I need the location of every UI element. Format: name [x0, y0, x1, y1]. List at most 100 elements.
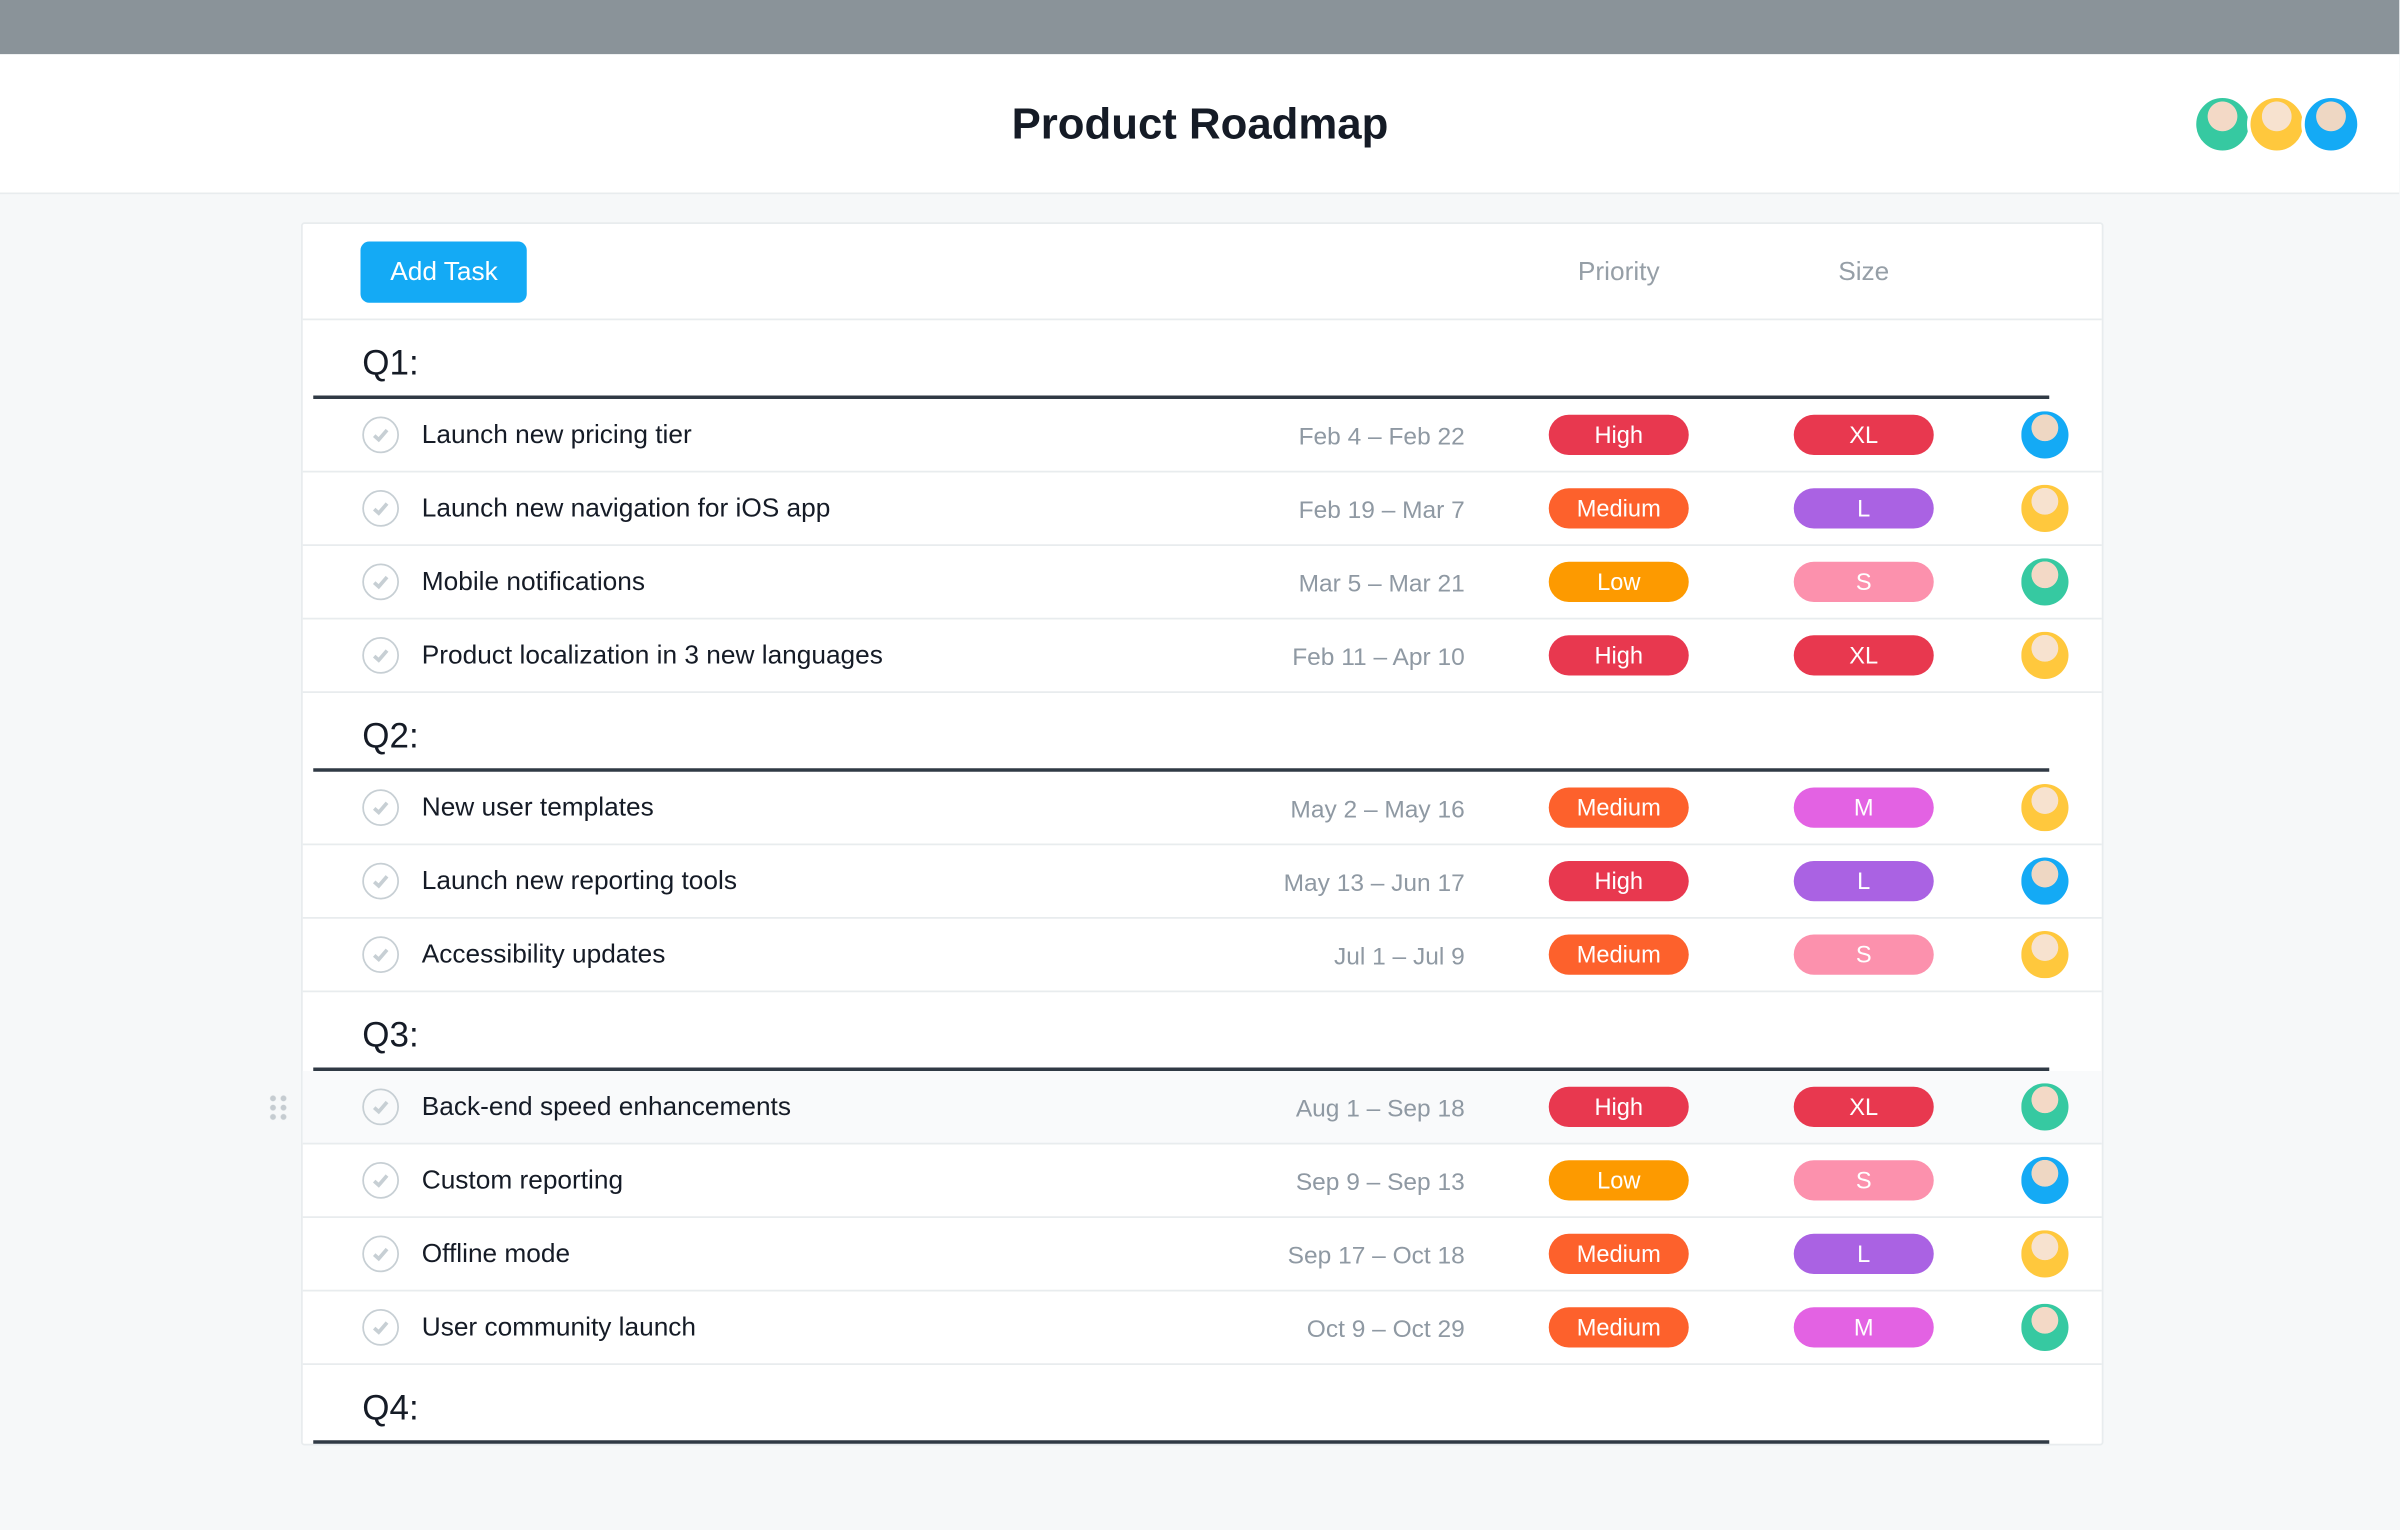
- size-cell[interactable]: S: [1741, 562, 1986, 602]
- size-pill[interactable]: L: [1794, 488, 1934, 528]
- task-date-range[interactable]: Mar 5 – Mar 21: [1269, 568, 1497, 596]
- priority-cell[interactable]: High: [1496, 635, 1741, 675]
- priority-pill[interactable]: High: [1549, 1087, 1689, 1127]
- task-date-range[interactable]: Jul 1 – Jul 9: [1269, 941, 1497, 969]
- task-title[interactable]: Launch new reporting tools: [422, 866, 1269, 896]
- size-cell[interactable]: S: [1741, 935, 1986, 975]
- assignee-avatar[interactable]: [2020, 1304, 2067, 1351]
- task-date-range[interactable]: Aug 1 – Sep 18: [1269, 1093, 1497, 1121]
- priority-cell[interactable]: Low: [1496, 1160, 1741, 1200]
- complete-checkbox[interactable]: [362, 490, 399, 527]
- size-pill[interactable]: XL: [1794, 1087, 1934, 1127]
- priority-cell[interactable]: Medium: [1496, 935, 1741, 975]
- task-title[interactable]: Product localization in 3 new languages: [422, 641, 1269, 671]
- assignee-cell[interactable]: [1986, 485, 2102, 532]
- complete-checkbox[interactable]: [362, 936, 399, 973]
- member-avatar[interactable]: [2248, 95, 2308, 155]
- column-header-size[interactable]: Size: [1741, 256, 1986, 286]
- priority-pill[interactable]: Medium: [1549, 488, 1689, 528]
- assignee-cell[interactable]: [1986, 1083, 2102, 1130]
- task-title[interactable]: Accessibility updates: [422, 940, 1269, 970]
- priority-cell[interactable]: High: [1496, 1087, 1741, 1127]
- size-pill[interactable]: L: [1794, 861, 1934, 901]
- size-pill[interactable]: M: [1794, 1307, 1934, 1347]
- size-cell[interactable]: M: [1741, 1307, 1986, 1347]
- assignee-cell[interactable]: [1986, 632, 2102, 679]
- size-cell[interactable]: L: [1741, 1234, 1986, 1274]
- assignee-cell[interactable]: [1986, 858, 2102, 905]
- task-date-range[interactable]: Feb 11 – Apr 10: [1269, 641, 1497, 669]
- task-row[interactable]: Accessibility updatesJul 1 – Jul 9Medium…: [303, 919, 2102, 993]
- task-title[interactable]: Launch new pricing tier: [422, 420, 1269, 450]
- assignee-cell[interactable]: [1986, 1304, 2102, 1351]
- complete-checkbox[interactable]: [362, 789, 399, 826]
- task-date-range[interactable]: Feb 4 – Feb 22: [1269, 421, 1497, 449]
- size-cell[interactable]: L: [1741, 488, 1986, 528]
- section-heading[interactable]: Q3:: [313, 992, 2049, 1071]
- priority-pill[interactable]: Medium: [1549, 1307, 1689, 1347]
- add-task-button[interactable]: Add Task: [361, 241, 528, 302]
- complete-checkbox[interactable]: [362, 637, 399, 674]
- size-pill[interactable]: XL: [1794, 635, 1934, 675]
- task-date-range[interactable]: May 2 – May 16: [1269, 794, 1497, 822]
- priority-pill[interactable]: Low: [1549, 562, 1689, 602]
- section-heading[interactable]: Q1:: [313, 320, 2049, 399]
- assignee-avatar[interactable]: [2020, 1157, 2067, 1204]
- priority-cell[interactable]: High: [1496, 861, 1741, 901]
- size-pill[interactable]: S: [1794, 1160, 1934, 1200]
- priority-pill[interactable]: High: [1549, 415, 1689, 455]
- member-avatar[interactable]: [2302, 95, 2362, 155]
- task-date-range[interactable]: Sep 9 – Sep 13: [1269, 1166, 1497, 1194]
- priority-pill[interactable]: High: [1549, 861, 1689, 901]
- priority-cell[interactable]: Medium: [1496, 1234, 1741, 1274]
- size-cell[interactable]: XL: [1741, 1087, 1986, 1127]
- size-pill[interactable]: M: [1794, 788, 1934, 828]
- assignee-cell[interactable]: [1986, 784, 2102, 831]
- size-cell[interactable]: XL: [1741, 415, 1986, 455]
- task-date-range[interactable]: Feb 19 – Mar 7: [1269, 494, 1497, 522]
- priority-cell[interactable]: High: [1496, 415, 1741, 455]
- task-title[interactable]: New user templates: [422, 793, 1269, 823]
- task-row[interactable]: Mobile notificationsMar 5 – Mar 21LowS: [303, 546, 2102, 620]
- size-pill[interactable]: XL: [1794, 415, 1934, 455]
- priority-cell[interactable]: Medium: [1496, 788, 1741, 828]
- task-row[interactable]: Product localization in 3 new languagesF…: [303, 620, 2102, 694]
- task-title[interactable]: Launch new navigation for iOS app: [422, 494, 1269, 524]
- section-heading[interactable]: Q4:: [313, 1365, 2049, 1444]
- task-row[interactable]: Custom reportingSep 9 – Sep 13 Low S: [303, 1145, 2102, 1219]
- assignee-avatar[interactable]: [2020, 485, 2067, 532]
- assignee-avatar[interactable]: [2020, 784, 2067, 831]
- complete-checkbox[interactable]: [362, 564, 399, 601]
- size-cell[interactable]: S: [1741, 1160, 1986, 1200]
- section-heading[interactable]: Q2:: [313, 693, 2049, 772]
- task-title[interactable]: Custom reporting: [422, 1166, 1269, 1196]
- task-title[interactable]: Offline mode: [422, 1239, 1269, 1269]
- priority-cell[interactable]: Low: [1496, 562, 1741, 602]
- task-row[interactable]: Launch new navigation for iOS appFeb 19 …: [303, 473, 2102, 547]
- task-date-range[interactable]: Sep 17 – Oct 18: [1269, 1240, 1497, 1268]
- assignee-avatar[interactable]: [2020, 632, 2067, 679]
- size-cell[interactable]: XL: [1741, 635, 1986, 675]
- priority-cell[interactable]: Medium: [1496, 1307, 1741, 1347]
- priority-cell[interactable]: Medium: [1496, 488, 1741, 528]
- column-header-priority[interactable]: Priority: [1496, 256, 1741, 286]
- priority-pill[interactable]: Low: [1549, 1160, 1689, 1200]
- priority-pill[interactable]: High: [1549, 635, 1689, 675]
- priority-pill[interactable]: Medium: [1549, 788, 1689, 828]
- assignee-avatar[interactable]: [2020, 931, 2067, 978]
- member-avatar[interactable]: [2193, 95, 2253, 155]
- task-date-range[interactable]: Oct 9 – Oct 29: [1269, 1313, 1497, 1341]
- task-row[interactable]: Offline modeSep 17 – Oct 18MediumL: [303, 1218, 2102, 1292]
- assignee-avatar[interactable]: [2020, 1230, 2067, 1277]
- task-title[interactable]: User community launch: [422, 1313, 1269, 1343]
- task-title[interactable]: Back-end speed enhancements: [422, 1092, 1269, 1122]
- size-pill[interactable]: S: [1794, 935, 1934, 975]
- complete-checkbox[interactable]: [362, 863, 399, 900]
- complete-checkbox[interactable]: [362, 417, 399, 454]
- complete-checkbox[interactable]: [362, 1309, 399, 1346]
- assignee-avatar[interactable]: [2020, 411, 2067, 458]
- size-cell[interactable]: L: [1741, 861, 1986, 901]
- task-row[interactable]: Launch new pricing tierFeb 4 – Feb 22 Hig…: [303, 399, 2102, 473]
- project-members[interactable]: [2199, 95, 2362, 155]
- complete-checkbox[interactable]: [362, 1236, 399, 1273]
